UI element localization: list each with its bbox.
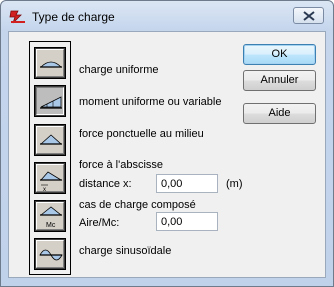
option-sinusoidal-label: charge sinusoïdale bbox=[79, 245, 172, 257]
window-title: Type de charge bbox=[32, 10, 115, 24]
area-field-label: Aire/Mc: bbox=[79, 217, 120, 229]
composite-load-icon: Mc bbox=[39, 206, 63, 229]
option-moment-label: moment uniforme ou variable bbox=[79, 96, 222, 108]
cancel-button[interactable]: Annuler bbox=[243, 70, 316, 91]
distance-unit-label: (m) bbox=[226, 178, 243, 190]
dialog-window: Type de charge x Mc charge uniforme mome… bbox=[0, 0, 334, 287]
midspan-point-load-icon bbox=[39, 134, 63, 145]
composite-icon-label: Mc bbox=[46, 222, 56, 229]
variable-moment-icon bbox=[40, 96, 62, 109]
area-input[interactable] bbox=[156, 212, 218, 231]
option-point-mid-label: force ponctuelle au milieu bbox=[79, 128, 204, 140]
offset-point-load-button[interactable]: x bbox=[34, 162, 66, 194]
help-button[interactable]: Aide bbox=[243, 103, 316, 124]
red-beam-load-icon bbox=[9, 9, 27, 25]
uniform-load-button[interactable] bbox=[34, 47, 66, 79]
svg-text:x: x bbox=[43, 187, 46, 193]
composite-load-button[interactable]: Mc bbox=[34, 200, 66, 232]
sinusoidal-load-button[interactable] bbox=[34, 238, 66, 270]
option-composite-label: cas de charge composé bbox=[79, 199, 196, 211]
close-button[interactable] bbox=[293, 7, 324, 24]
dialog-client-area: x Mc charge uniforme moment uniforme ou … bbox=[8, 31, 326, 278]
load-type-group: x Mc bbox=[29, 41, 71, 275]
distance-input[interactable] bbox=[156, 174, 218, 193]
title-bar[interactable]: Type de charge bbox=[1, 1, 333, 31]
close-x-icon bbox=[303, 11, 315, 21]
offset-point-load-icon: x bbox=[40, 171, 63, 193]
option-uniform-label: charge uniforme bbox=[79, 64, 159, 76]
ok-button[interactable]: OK bbox=[243, 44, 316, 65]
variable-moment-button[interactable] bbox=[34, 85, 66, 117]
option-point-abscissa-label: force à l'abscisse bbox=[79, 159, 164, 171]
uniform-load-icon bbox=[40, 61, 62, 68]
midspan-point-load-button[interactable] bbox=[34, 124, 66, 156]
sinusoidal-load-icon bbox=[39, 249, 63, 261]
distance-field-label: distance x: bbox=[79, 178, 132, 190]
